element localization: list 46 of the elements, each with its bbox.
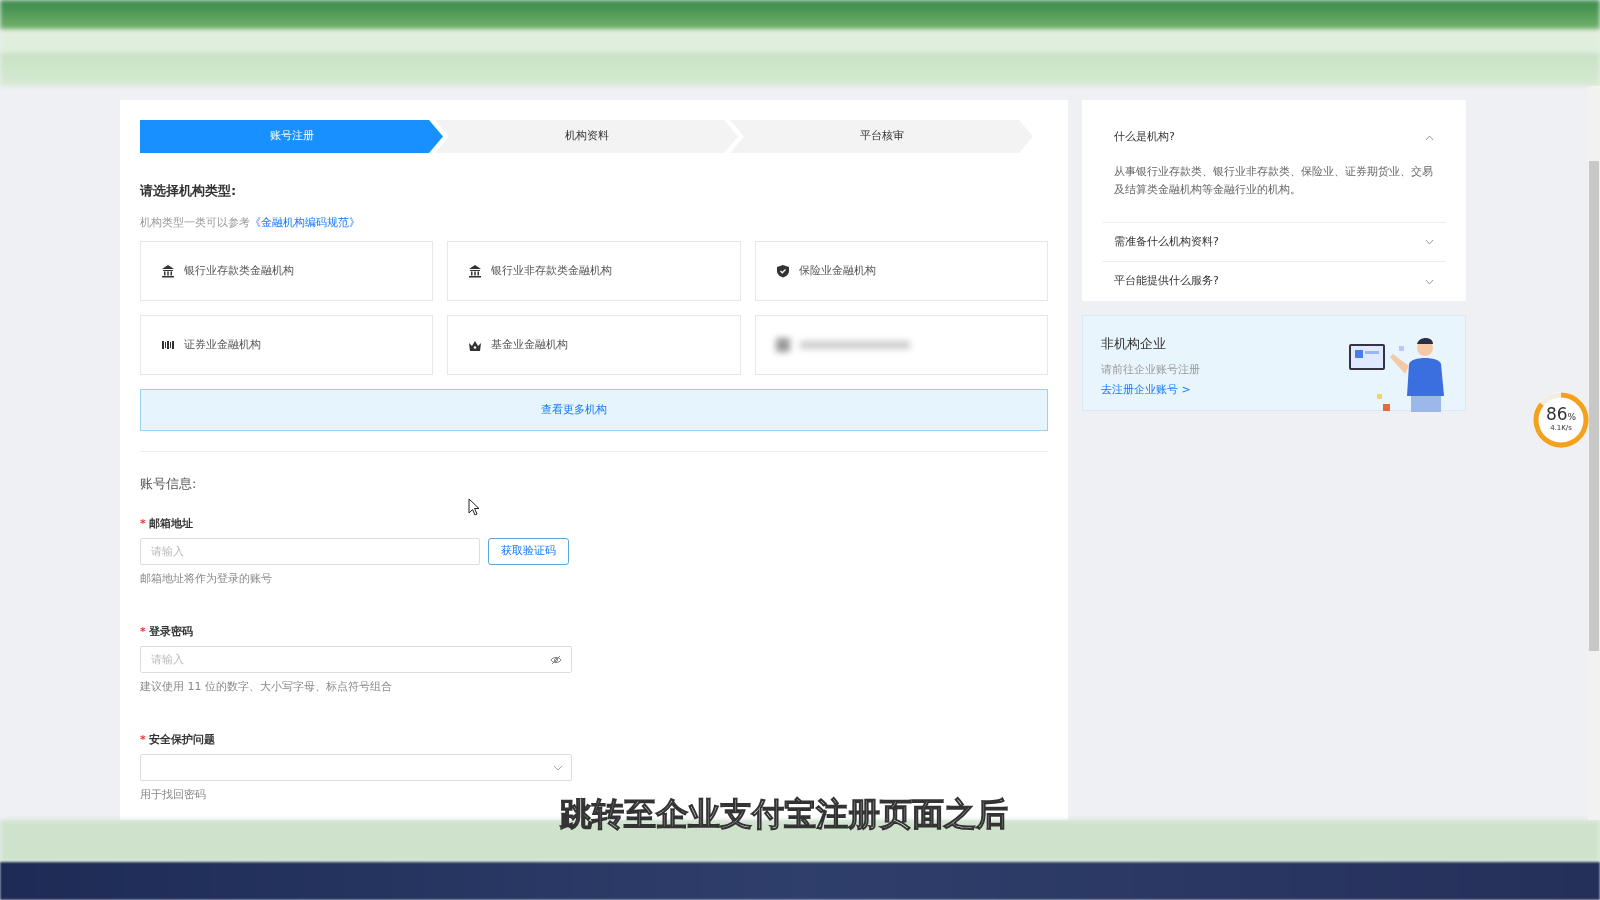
eye-off-icon[interactable] (550, 655, 562, 665)
more-institutions-button[interactable]: 查看更多机构 (140, 389, 1048, 431)
bank-icon (468, 264, 483, 278)
field-hint: 邮箱地址将作为登录的账号 (140, 571, 273, 587)
speed-percent: 86% (1545, 406, 1577, 424)
blurred-option-card[interactable] (754, 315, 1048, 375)
required-asterisk: * (140, 515, 146, 532)
bars-icon (161, 338, 175, 352)
promo-title: 非机构企业 (1101, 335, 1167, 354)
option-label: 证券业金融机构 (184, 336, 261, 353)
field-hint: 建议使用 11 位的数字、大小写字母、标点符号组合 (140, 679, 393, 695)
section-title: 请选择机构类型: (140, 182, 238, 200)
option-label: 基金业金融机构 (491, 336, 569, 353)
institution-option[interactable]: 证券业金融机构 (140, 315, 434, 375)
register-link[interactable]: 去注册企业账号 > (1101, 382, 1191, 399)
section-title: 账号信息: (140, 475, 198, 493)
question-select[interactable] (140, 754, 572, 781)
field-label: 登录密码 (148, 623, 193, 640)
institution-option[interactable]: 银行业非存款类金融机构 (447, 241, 741, 301)
bank-icon (161, 264, 175, 278)
step-tab[interactable]: 平台核审 (730, 120, 1033, 153)
scroll-thumb[interactable] (1589, 161, 1599, 651)
get-code-button[interactable]: 获取验证码 (488, 538, 569, 565)
video-caption: 跳转至企业支付宝注册页面之后 (560, 797, 1008, 833)
option-label: 银行业存款类金融机构 (184, 262, 294, 279)
scrollbar[interactable] (1588, 86, 1600, 820)
hint-text: 机构类型一类可以参考《金融机构编码规范》 (140, 214, 361, 231)
email-field[interactable]: 请输入 (140, 538, 480, 565)
required-asterisk: * (140, 623, 146, 640)
chevron-down-icon (553, 764, 563, 771)
step-tab[interactable]: 机构资料 (435, 120, 738, 153)
blurred-icon (775, 338, 790, 352)
field-hint: 用于找回密码 (140, 787, 207, 803)
required-asterisk: * (140, 731, 146, 748)
option-label: 银行业非存款类金融机构 (491, 262, 613, 279)
mouse-cursor-icon (468, 498, 480, 516)
option-label: 保险业金融机构 (798, 262, 876, 279)
field-label: 安全保护问题 (148, 731, 215, 748)
spec-link[interactable]: 《金融机构编码规范》 (250, 215, 360, 229)
institution-option[interactable]: 银行业存款类金融机构 (140, 241, 434, 301)
institution-option[interactable]: 基金业金融机构 (447, 315, 741, 375)
password-field[interactable]: 请输入 (140, 646, 572, 673)
promo-text: 请前往企业账号注册 (1101, 361, 1200, 378)
institution-option[interactable]: 保险业金融机构 (754, 241, 1048, 301)
shield-check-icon (775, 264, 790, 278)
field-label: 邮箱地址 (148, 515, 193, 532)
